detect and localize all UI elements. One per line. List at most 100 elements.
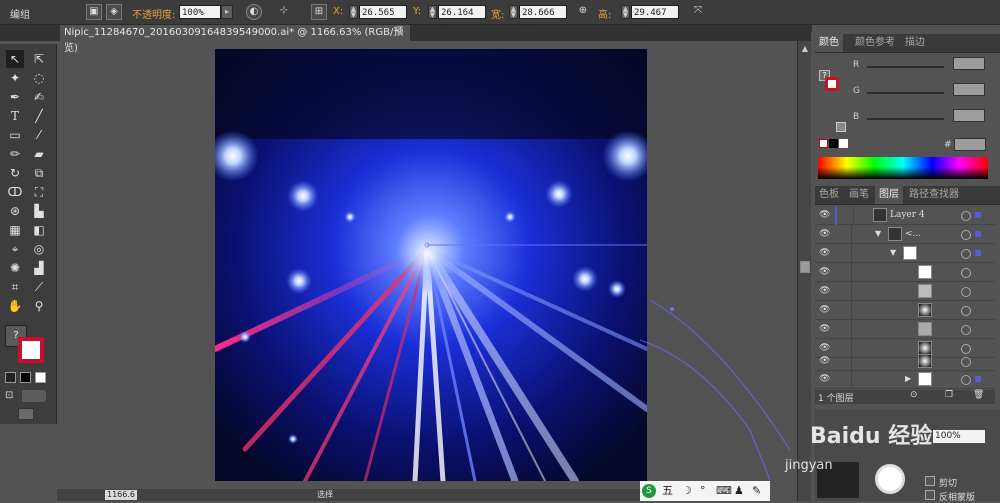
list-item[interactable]: 👁 (815, 282, 995, 301)
stroke-swatch[interactable] (18, 337, 44, 363)
eye-icon[interactable]: 👁 (819, 356, 830, 366)
g-value-field[interactable] (953, 83, 985, 96)
tab-pathfinder[interactable]: 路径查找器 (905, 186, 963, 204)
slice-tool-icon[interactable]: ⟋ (30, 278, 48, 296)
perspective-grid-icon[interactable]: ▙ (30, 202, 48, 220)
pencil-tool-icon[interactable]: ✏ (6, 145, 24, 163)
isolate-mode-icon[interactable]: ◈ (106, 4, 122, 20)
rectangle-tool-icon[interactable]: ▭ (6, 126, 24, 144)
w-field[interactable]: 28.666 mm (519, 5, 567, 32)
tab-color[interactable]: 颜色 (815, 34, 843, 52)
none-mode-icon[interactable] (35, 372, 46, 383)
artboard-tool-icon[interactable]: ⌗ (6, 278, 24, 296)
scroll-up-icon[interactable]: ▲ (800, 44, 810, 54)
magic-wand-icon[interactable]: ✦ (6, 69, 24, 87)
punctuation-icon[interactable]: ° (700, 481, 706, 501)
out-of-gamut-swatch[interactable] (836, 122, 846, 132)
eye-icon[interactable]: 👁 (819, 248, 830, 258)
eye-icon[interactable]: 👁 (819, 286, 830, 296)
x-field[interactable]: 26.565 mm (359, 5, 407, 32)
document-tab[interactable]: Nipic_11284670_20160309164839549000.ai* … (60, 25, 410, 54)
draw-behind-icon[interactable] (22, 390, 46, 402)
free-transform-icon[interactable]: ⛶ (30, 183, 48, 201)
eye-icon[interactable]: 👁 (819, 210, 830, 220)
eraser-tool-icon[interactable]: ▰ (30, 145, 48, 163)
list-item[interactable]: 👁 (815, 301, 995, 320)
tab-brushes[interactable]: 画笔 (845, 186, 873, 204)
curvature-tool-icon[interactable]: ✍ (30, 88, 48, 106)
paintbrush-icon[interactable]: ⁄ (30, 126, 48, 144)
tools-icon[interactable]: ✎ (752, 481, 761, 501)
color-spectrum[interactable] (818, 157, 988, 179)
gradient-mode-icon[interactable] (20, 372, 31, 383)
y-stepper[interactable]: ▲ ▼ (428, 5, 437, 19)
invert-mask-checkbox[interactable] (925, 490, 935, 500)
sublayer-name[interactable]: <... (905, 229, 921, 239)
symbol-sprayer-icon[interactable]: ✺ (6, 259, 24, 277)
opacity-dropdown-icon[interactable]: ▸ (221, 5, 233, 19)
recolor-icon[interactable]: ◐ (246, 4, 262, 20)
pen-tool-icon[interactable]: ✒ (6, 88, 24, 106)
w-stepper[interactable]: ▲ ▼ (509, 5, 518, 19)
line-tool-icon[interactable]: ╱ (30, 107, 48, 125)
slider-g[interactable]: G (851, 83, 991, 98)
gradient-tool-icon[interactable]: ◧ (30, 221, 48, 239)
moon-icon[interactable]: ☽ (682, 481, 692, 501)
graph-tool-icon[interactable]: ▟ (30, 259, 48, 277)
x-stepper[interactable]: ▲ ▼ (349, 5, 358, 19)
link-icon[interactable]: ⊕ (575, 4, 591, 20)
blend-tool-icon[interactable]: ◎ (30, 240, 48, 258)
h-stepper[interactable]: ▲ ▼ (621, 5, 630, 19)
layer-row-top[interactable]: 👁 Layer 4 (815, 206, 995, 225)
layer-name[interactable]: Layer 4 (890, 210, 925, 220)
align-icon[interactable]: ⊹ (276, 4, 292, 20)
h-field[interactable]: 29.467 mm (631, 5, 679, 32)
color-stroke-swatch[interactable] (825, 77, 839, 91)
warp-tool-icon[interactable]: ↀ (6, 183, 24, 201)
user-icon[interactable]: ♟ (734, 481, 744, 501)
selection-tool-icon[interactable]: ↖ (6, 50, 24, 68)
list-item[interactable]: 👁 (815, 320, 995, 339)
color-mode-icon[interactable] (5, 372, 16, 383)
none-color-icon[interactable] (819, 139, 828, 148)
y-field[interactable]: 26.164 mm (438, 5, 486, 32)
ime-mode[interactable]: 五 (662, 481, 673, 501)
expand-icon[interactable]: ▼ (890, 248, 896, 257)
keyboard-icon[interactable]: ⌨ (716, 481, 732, 501)
rotate-tool-icon[interactable]: ↻ (6, 164, 24, 182)
slider-b[interactable]: B (851, 109, 991, 124)
zoom-tool-icon[interactable]: ⚲ (30, 297, 48, 315)
lasso-icon[interactable]: ◌ (30, 69, 48, 87)
delete-icon[interactable]: 🗑 (973, 390, 984, 400)
eye-icon[interactable]: 👁 (819, 305, 830, 315)
black-swatch[interactable] (829, 139, 838, 148)
r-value-field[interactable] (953, 57, 985, 70)
tab-stroke[interactable]: 描边 (901, 34, 929, 52)
screen-mode-icon[interactable] (18, 408, 34, 420)
reference-point-icon[interactable]: ⊞ (311, 4, 327, 20)
eye-icon[interactable]: 👁 (819, 324, 830, 334)
hand-tool-icon[interactable]: ✋ (6, 297, 24, 315)
white-swatch[interactable] (839, 139, 848, 148)
tab-layers[interactable]: 图层 (875, 186, 903, 204)
opacity-field[interactable]: 100% (179, 5, 221, 19)
zoom-field[interactable]: 1166.6 (105, 490, 137, 500)
tab-color-guide[interactable]: 颜色参考 (851, 34, 899, 52)
group-row[interactable]: 👁 ▼ (815, 244, 995, 263)
expand-icon[interactable]: ▶ (905, 374, 911, 383)
type-tool-icon[interactable]: T (6, 107, 24, 125)
list-item[interactable]: 👁 (815, 263, 995, 282)
artboard-canvas[interactable] (215, 49, 647, 481)
b-value-field[interactable] (953, 109, 985, 122)
list-item[interactable]: 👁 (815, 352, 995, 371)
sublayer-row[interactable]: 👁 ▼ <... (815, 225, 995, 244)
draw-normal-icon[interactable]: ⊡ (5, 390, 17, 402)
eye-icon[interactable]: 👁 (819, 374, 830, 384)
scrollbar-thumb[interactable] (800, 261, 810, 273)
direct-selection-tool-icon[interactable]: ⇱ (30, 50, 48, 68)
scale-tool-icon[interactable]: ⧉ (30, 164, 48, 182)
expand-icon[interactable]: ▼ (875, 229, 881, 238)
slider-r[interactable]: R (851, 57, 991, 72)
list-item[interactable]: 👁 ▶ (815, 370, 995, 389)
tab-swatches[interactable]: 色板 (815, 186, 843, 204)
